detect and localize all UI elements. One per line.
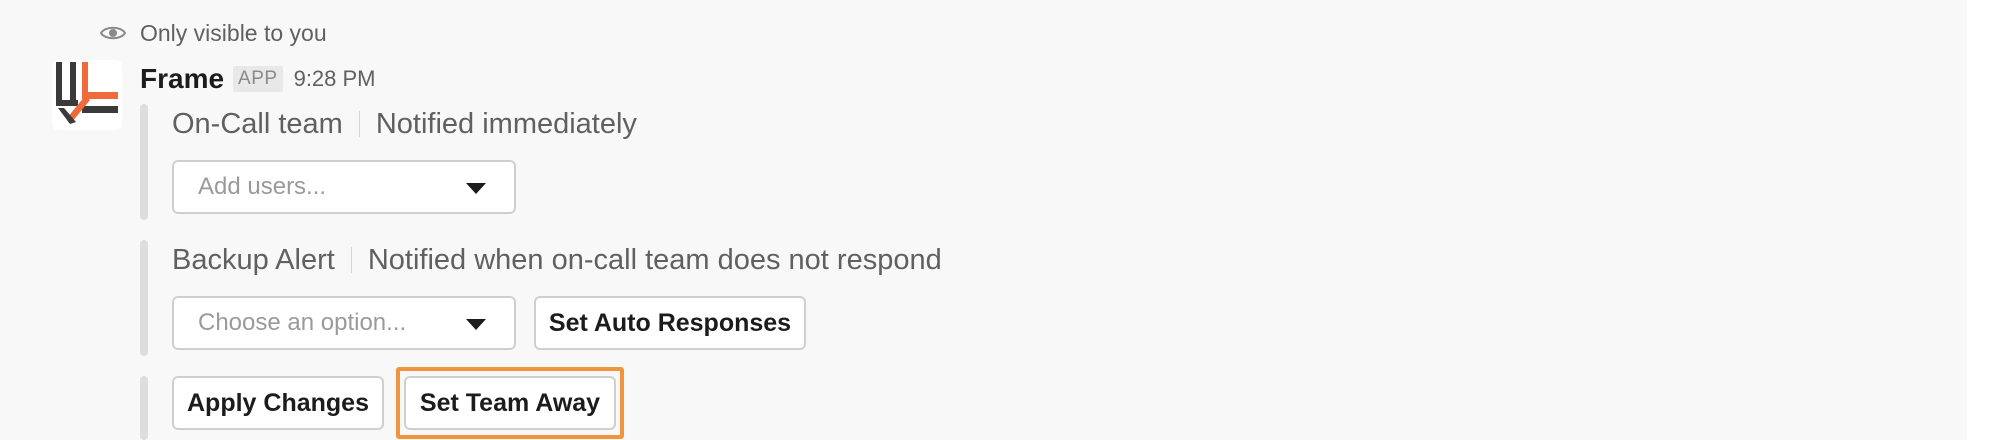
select-placeholder: Add users...: [198, 173, 327, 200]
app-name[interactable]: Frame: [140, 63, 224, 95]
separator: [350, 247, 352, 273]
ephemeral-notice-text: Only visible to you: [140, 19, 327, 46]
section-title-oncall: On-Call team Notified immediately: [172, 104, 637, 144]
app-badge: APP: [233, 66, 283, 92]
ephemeral-notice: Only visible to you: [100, 18, 327, 48]
select-placeholder: Choose an option...: [198, 309, 407, 336]
attachment-bar: [140, 240, 148, 356]
add-users-select[interactable]: Add users...: [172, 160, 516, 214]
message-area: Only visible to you Frame APP 9:28 PM On…: [0, 0, 1967, 440]
section-description: Notified when on-call team does not resp…: [367, 243, 942, 276]
highlight-frame: [396, 367, 624, 439]
timestamp[interactable]: 9:28 PM: [294, 66, 376, 92]
caret-down-icon: [466, 319, 486, 330]
attachment-bar: [140, 104, 148, 220]
right-rail: [1967, 0, 2004, 440]
message-header: Frame APP 9:28 PM: [140, 60, 376, 98]
set-auto-responses-button[interactable]: Set Auto Responses: [534, 296, 806, 350]
backup-option-select[interactable]: Choose an option...: [172, 296, 516, 350]
section-name: Backup Alert: [172, 243, 335, 276]
separator: [358, 111, 360, 137]
apply-changes-button[interactable]: Apply Changes: [172, 376, 384, 430]
eye-icon: [100, 26, 126, 40]
attachment-bar: [140, 376, 148, 440]
caret-down-icon: [466, 183, 486, 194]
section-title-backup: Backup Alert Notified when on-call team …: [172, 240, 942, 280]
avatar[interactable]: [52, 60, 122, 130]
section-description: Notified immediately: [375, 107, 637, 140]
frame-logo-icon: [56, 62, 118, 124]
section-name: On-Call team: [172, 107, 343, 140]
